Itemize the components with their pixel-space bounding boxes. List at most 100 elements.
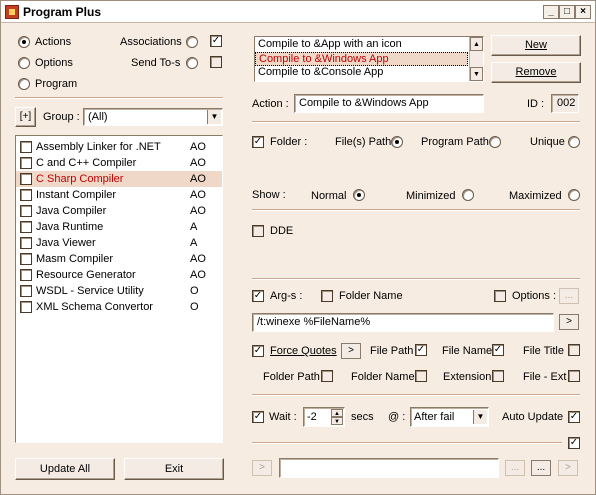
program-list[interactable]: Assembly Linker for .NET AO C and C++ Comp… <box>15 135 223 443</box>
list-item-checkbox[interactable] <box>20 221 32 233</box>
bottom-browse-button-1[interactable]: ... <box>505 460 525 476</box>
actions-scrollbar[interactable]: ▲ ▼ <box>469 37 483 81</box>
force-quotes-checkbox[interactable]: ✓ <box>252 345 264 357</box>
list-item[interactable]: Java Runtime A <box>16 219 222 235</box>
send-to-checkbox[interactable] <box>210 56 222 68</box>
group-label: Group : <box>43 111 80 123</box>
action-list-item[interactable]: Compile to &Windows App <box>255 52 468 66</box>
args-input[interactable]: /t:winexe %FileName% <box>252 313 554 332</box>
dde-checkbox[interactable] <box>252 225 264 237</box>
at-dropdown[interactable]: After fail ▼ <box>410 407 489 427</box>
list-item-checkbox[interactable] <box>20 205 32 217</box>
list-item[interactable]: C Sharp Compiler AO <box>16 171 222 187</box>
list-item-checkbox[interactable] <box>20 237 32 249</box>
unique-label: Unique <box>530 136 565 148</box>
list-item[interactable]: C and C++ Compiler AO <box>16 155 222 171</box>
remove-button[interactable]: Remove <box>491 62 581 83</box>
fq-file-path-checkbox[interactable]: ✓ <box>415 344 427 356</box>
fq-file-name-checkbox[interactable]: ✓ <box>492 344 504 356</box>
chevron-down-icon[interactable]: ▼ <box>473 410 487 424</box>
fq-extension-checkbox[interactable] <box>492 370 504 382</box>
add-group-button[interactable]: [+] <box>15 107 36 127</box>
show-maximized-radio[interactable] <box>568 189 580 201</box>
bottom-input[interactable] <box>279 458 499 478</box>
wait-spinner[interactable]: -2 ▲ ▼ <box>303 407 345 427</box>
new-button[interactable]: New <box>491 35 581 56</box>
list-item[interactable]: Resource Generator AO <box>16 267 222 283</box>
list-item-checkbox[interactable] <box>20 285 32 297</box>
chevron-down-icon[interactable]: ▼ <box>207 110 221 124</box>
list-item-code: AO <box>190 157 206 169</box>
list-item[interactable]: Java Compiler AO <box>16 203 222 219</box>
associations-radio[interactable] <box>186 36 198 48</box>
show-minimized-radio[interactable] <box>462 189 474 201</box>
associations-checkbox[interactable]: ✓ <box>210 35 222 47</box>
list-item-checkbox[interactable] <box>20 141 32 153</box>
list-item[interactable]: Assembly Linker for .NET AO <box>16 139 222 155</box>
id-field: 002 <box>551 94 579 113</box>
bottom-browse-button-2[interactable]: ... <box>531 460 551 476</box>
args-checkbox[interactable]: ✓ <box>252 290 264 302</box>
maximize-button[interactable]: □ <box>559 5 575 19</box>
list-item-name: WSDL - Service Utility <box>36 285 144 297</box>
options-checkbox[interactable] <box>494 290 506 302</box>
close-button[interactable]: × <box>575 5 591 19</box>
list-item[interactable]: Masm Compiler AO <box>16 251 222 267</box>
args-menu-button[interactable]: > <box>559 314 579 330</box>
list-item-checkbox[interactable] <box>20 253 32 265</box>
show-normal-label: Normal <box>311 190 347 202</box>
show-normal-radio[interactable] <box>353 189 365 201</box>
spin-down-icon[interactable]: ▼ <box>331 417 343 425</box>
files-path-radio[interactable] <box>391 136 403 148</box>
group-dropdown[interactable]: (All) ▼ <box>83 108 223 126</box>
action-list-item[interactable]: Compile to &App with an icon <box>255 38 468 52</box>
folder-checkbox[interactable]: ✓ <box>252 136 264 148</box>
folder-name-checkbox[interactable] <box>321 290 333 302</box>
list-item-checkbox[interactable] <box>20 157 32 169</box>
actions-list[interactable]: Compile to &App with an icon Compile to &… <box>254 36 484 82</box>
action-list-item[interactable]: Compile to &Console App <box>255 66 468 80</box>
bottom-checkbox[interactable]: ✓ <box>568 437 580 449</box>
action-name-input[interactable]: Compile to &Windows App <box>294 94 484 113</box>
force-quotes-menu-button[interactable]: > <box>341 343 361 359</box>
minimize-button[interactable]: _ <box>543 5 559 19</box>
program-label: Program <box>35 78 78 90</box>
list-item-code: AO <box>190 253 206 265</box>
files-path-label: File(s) Path <box>335 136 392 148</box>
fq-folder-name-checkbox[interactable] <box>415 370 427 382</box>
show-minimized-label: Minimized <box>406 190 456 202</box>
list-item[interactable]: Instant Compiler AO <box>16 187 222 203</box>
unique-radio[interactable] <box>568 136 580 148</box>
update-all-button[interactable]: Update All <box>15 458 115 480</box>
fq-folder-path-checkbox[interactable] <box>321 370 333 382</box>
program-path-radio[interactable] <box>489 136 501 148</box>
auto-update-checkbox[interactable]: ✓ <box>568 411 580 423</box>
divider <box>252 442 562 444</box>
list-item[interactable]: XML Schema Convertor O <box>16 299 222 315</box>
title-bar[interactable]: Program Plus _ □ × <box>1 1 595 23</box>
remove-button-label: Remove <box>515 66 557 78</box>
bottom-right-button[interactable]: > <box>558 460 578 476</box>
fq-file-title-checkbox[interactable] <box>568 344 580 356</box>
scroll-up-icon[interactable]: ▲ <box>470 37 483 51</box>
exit-button[interactable]: Exit <box>124 458 224 480</box>
spin-up-icon[interactable]: ▲ <box>331 409 343 417</box>
options-radio[interactable] <box>18 57 30 69</box>
list-item-checkbox[interactable] <box>20 189 32 201</box>
list-item-checkbox[interactable] <box>20 301 32 313</box>
window-title: Program Plus <box>23 5 102 19</box>
options-browse-button[interactable]: ... <box>559 288 579 304</box>
scroll-down-icon[interactable]: ▼ <box>470 67 483 81</box>
send-to-radio[interactable] <box>186 57 198 69</box>
list-item-checkbox[interactable] <box>20 269 32 281</box>
list-item-code: A <box>190 221 198 233</box>
fq-file-ext-checkbox[interactable] <box>568 370 580 382</box>
wait-checkbox[interactable]: ✓ <box>252 411 264 423</box>
bottom-left-button[interactable]: > <box>252 460 272 476</box>
folder-label: Folder : <box>270 136 308 148</box>
list-item[interactable]: Java Viewer A <box>16 235 222 251</box>
list-item[interactable]: WSDL - Service Utility O <box>16 283 222 299</box>
actions-radio[interactable] <box>18 36 30 48</box>
program-radio[interactable] <box>18 78 30 90</box>
list-item-checkbox[interactable] <box>20 173 32 185</box>
